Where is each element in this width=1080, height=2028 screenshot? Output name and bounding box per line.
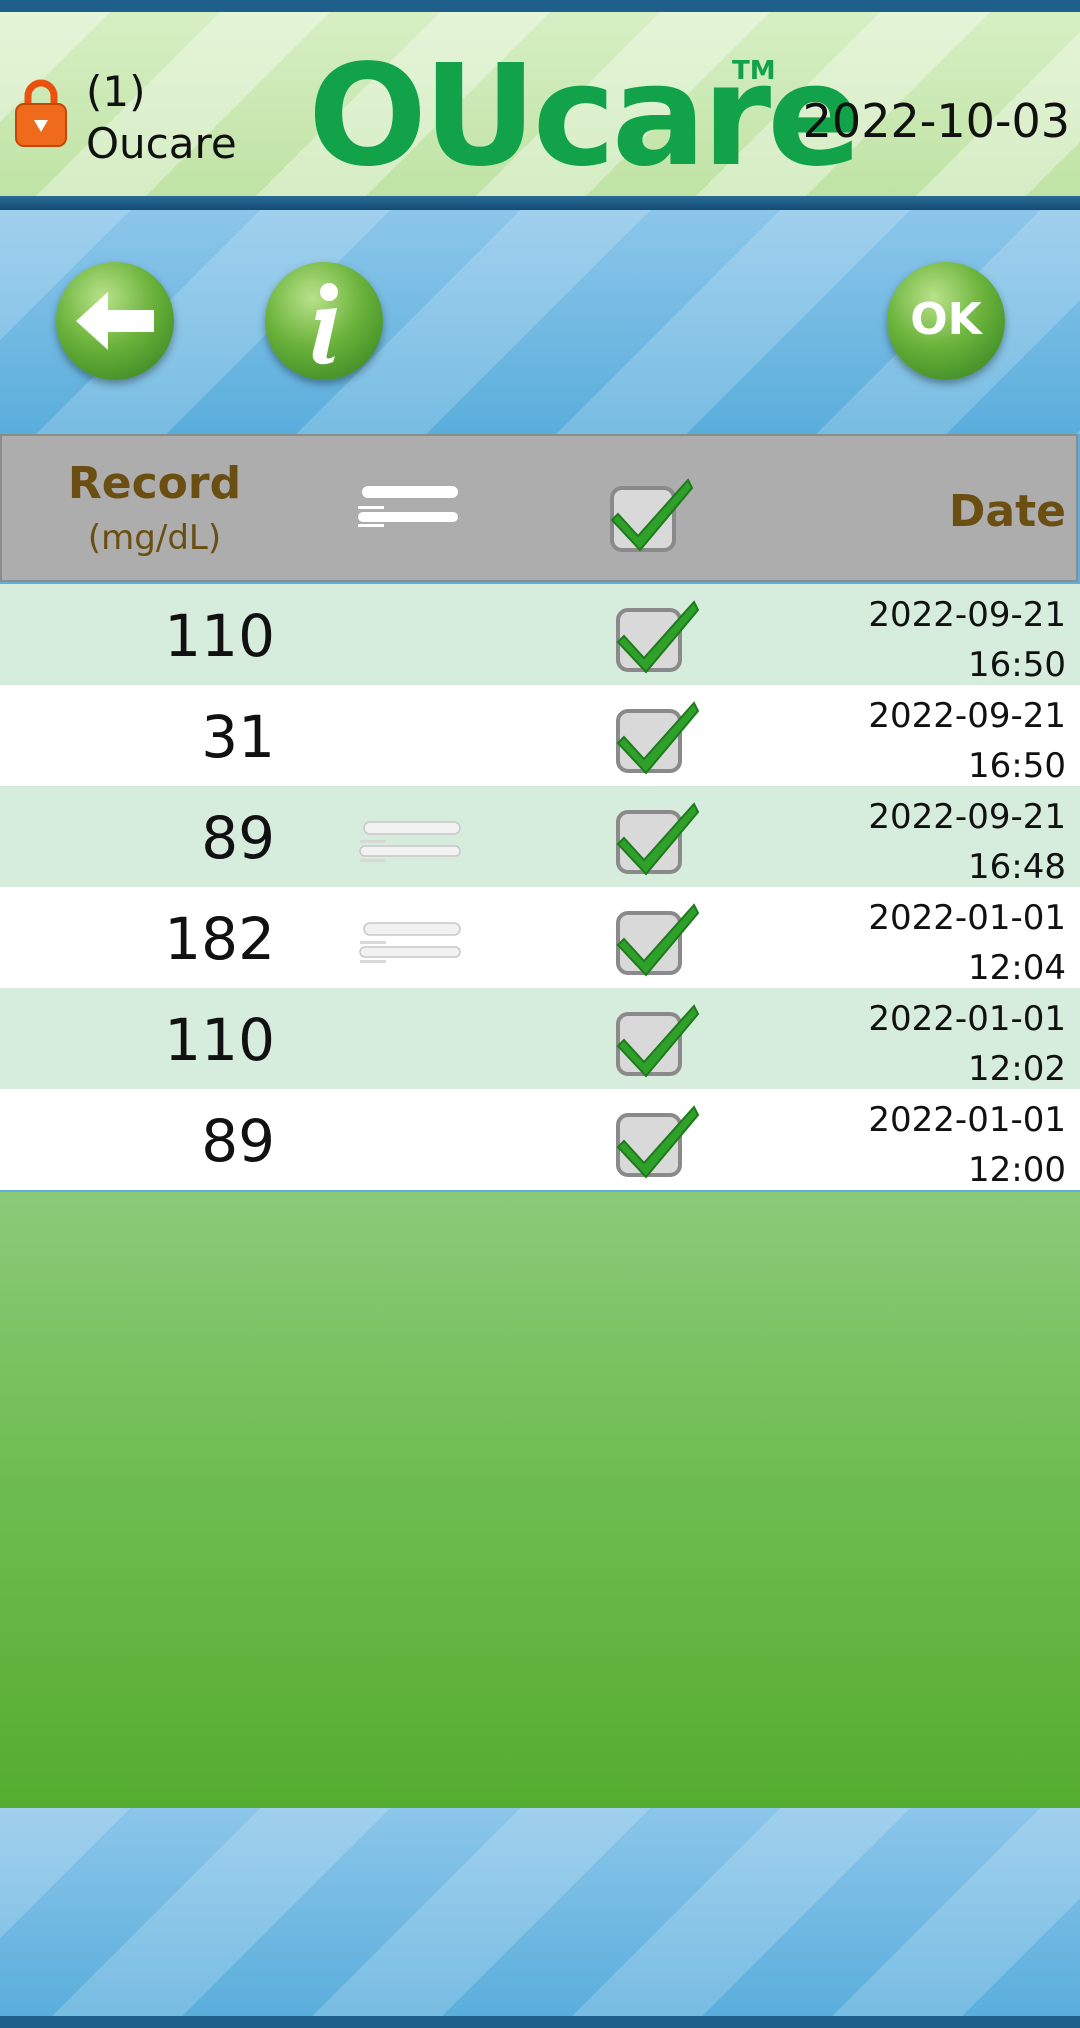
record-time: 12:02 bbox=[968, 1049, 1066, 1089]
record-date: 2022-09-21 bbox=[868, 595, 1066, 635]
checkbox-checked-icon[interactable] bbox=[614, 901, 700, 977]
glucose-value: 182 bbox=[164, 905, 275, 973]
trademark-mark: TM bbox=[732, 56, 776, 86]
glucose-value: 31 bbox=[201, 703, 275, 771]
svg-text:OK: OK bbox=[910, 294, 983, 345]
record-time: 16:48 bbox=[968, 847, 1066, 887]
record-datetime: 2022-09-21 16:48 bbox=[868, 792, 1066, 892]
record-time: 12:04 bbox=[968, 948, 1066, 988]
header-divider bbox=[0, 196, 1080, 210]
record-column-header[interactable]: Record bbox=[2, 458, 307, 509]
glucose-value: 89 bbox=[201, 1107, 275, 1175]
table-row[interactable]: 110 2022-09-21 16:50 bbox=[0, 584, 1080, 685]
record-datetime: 2022-01-01 12:04 bbox=[868, 893, 1066, 993]
arrow-left-icon bbox=[76, 292, 154, 350]
info-button[interactable] bbox=[265, 262, 383, 380]
user-name: Oucare bbox=[86, 119, 237, 168]
checkbox-checked-icon[interactable] bbox=[614, 699, 700, 775]
back-button[interactable] bbox=[56, 262, 174, 380]
top-border bbox=[0, 0, 1080, 12]
checkbox-checked-icon[interactable] bbox=[614, 1103, 700, 1179]
record-date: 2022-01-01 bbox=[868, 1100, 1066, 1140]
checkbox-checked-icon[interactable] bbox=[608, 474, 694, 554]
glucose-value: 89 bbox=[201, 804, 275, 872]
table-row[interactable]: 89 2022-01-01 12:00 bbox=[0, 1089, 1080, 1190]
table-row[interactable]: 31 2022-09-21 16:50 bbox=[0, 685, 1080, 786]
table-header: Record (mg/dL) Date bbox=[0, 434, 1078, 582]
user-block: (1) Oucare bbox=[86, 66, 237, 170]
ok-button[interactable]: OK bbox=[887, 262, 1005, 380]
bottom-border bbox=[0, 2016, 1080, 2028]
glucose-value: 110 bbox=[164, 602, 275, 670]
record-time: 16:50 bbox=[968, 746, 1066, 786]
record-datetime: 2022-09-21 16:50 bbox=[868, 691, 1066, 791]
app-header: (1) Oucare OUcare TM 2022-10-03 bbox=[0, 12, 1080, 196]
checkbox-checked-icon[interactable] bbox=[614, 1002, 700, 1078]
table-row[interactable]: 110 2022-01-01 12:02 bbox=[0, 988, 1080, 1089]
table-row[interactable]: 182 2022-01-01 12:04 bbox=[0, 887, 1080, 988]
checkbox-checked-icon[interactable] bbox=[614, 800, 700, 876]
app-logo: OUcare bbox=[308, 35, 862, 198]
ok-label-graphic: OK bbox=[910, 294, 983, 345]
record-date: 2022-09-21 bbox=[868, 797, 1066, 837]
fork-knife-icon bbox=[359, 922, 461, 963]
record-date: 2022-01-01 bbox=[868, 898, 1066, 938]
record-datetime: 2022-09-21 16:50 bbox=[868, 590, 1066, 690]
glucose-value: 110 bbox=[164, 1006, 275, 1074]
records-list: 110 2022-09-21 16:50 31 2022-09-21 16:50… bbox=[0, 584, 1080, 1190]
current-date: 2022-10-03 bbox=[802, 94, 1070, 148]
record-datetime: 2022-01-01 12:00 bbox=[868, 1095, 1066, 1195]
bottom-bar bbox=[0, 1808, 1080, 2016]
record-date: 2022-09-21 bbox=[868, 696, 1066, 736]
date-column-header[interactable]: Date bbox=[949, 486, 1066, 537]
record-time: 12:00 bbox=[968, 1150, 1066, 1190]
fork-knife-icon[interactable] bbox=[354, 476, 464, 536]
record-time: 16:50 bbox=[968, 645, 1066, 685]
fork-knife-icon bbox=[359, 821, 461, 862]
user-index: (1) bbox=[86, 67, 146, 116]
lock-icon[interactable] bbox=[14, 76, 68, 148]
table-row[interactable]: 89 2022-09-21 16:48 bbox=[0, 786, 1080, 887]
record-date: 2022-01-01 bbox=[868, 999, 1066, 1039]
empty-list-area bbox=[0, 1192, 1080, 1808]
record-unit-label: (mg/dL) bbox=[87, 518, 222, 558]
record-datetime: 2022-01-01 12:02 bbox=[868, 994, 1066, 1094]
info-icon bbox=[312, 283, 338, 365]
checkbox-checked-icon[interactable] bbox=[614, 598, 700, 674]
